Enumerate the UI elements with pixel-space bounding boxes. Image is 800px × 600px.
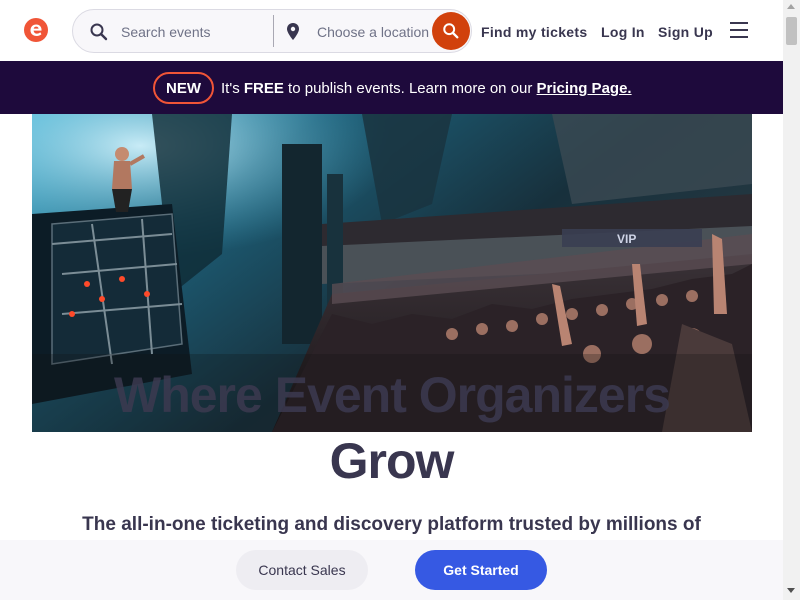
eventbrite-logo-icon[interactable] xyxy=(24,18,48,42)
map-pin-icon xyxy=(287,23,299,40)
scroll-thumb[interactable] xyxy=(786,17,797,45)
hero-title-line2: Grow xyxy=(329,433,455,489)
hero-concert-image: VIP Where Event Organizers xyxy=(32,114,752,432)
hero-title-line1: Where Event Organizers xyxy=(114,367,671,423)
vertical-scrollbar[interactable] xyxy=(783,0,800,600)
new-badge: NEW xyxy=(153,72,214,104)
location-input[interactable] xyxy=(317,21,429,43)
pricing-page-link[interactable]: Pricing Page. xyxy=(537,80,632,97)
promo-text: It's FREE to publish events. Learn more … xyxy=(221,80,632,97)
promo-text-free: FREE xyxy=(243,80,284,97)
find-my-tickets-link[interactable]: Find my tickets xyxy=(481,24,587,40)
search-bar xyxy=(72,9,472,53)
scroll-down-arrow-icon[interactable] xyxy=(787,588,795,593)
promo-text-suffix: to publish events. Learn more on our xyxy=(283,80,537,97)
page: Find my tickets Log In Sign Up NEW It's … xyxy=(0,0,783,600)
contact-sales-button[interactable]: Contact Sales xyxy=(236,550,368,590)
scroll-up-arrow-icon[interactable] xyxy=(787,4,795,9)
sign-up-link[interactable]: Sign Up xyxy=(658,24,713,40)
search-icon xyxy=(90,23,108,41)
search-input[interactable] xyxy=(121,21,271,43)
promo-banner: NEW It's FREE to publish events. Learn m… xyxy=(0,61,783,114)
log-in-link[interactable]: Log In xyxy=(601,24,645,40)
get-started-button[interactable]: Get Started xyxy=(415,550,547,590)
hero-subtitle: The all-in-one ticketing and discovery p… xyxy=(82,514,701,535)
search-divider xyxy=(273,15,274,47)
search-submit-button[interactable] xyxy=(432,12,470,50)
promo-text-prefix: It's xyxy=(221,80,244,97)
svg-text:VIP: VIP xyxy=(617,232,636,246)
search-submit-icon xyxy=(443,23,459,39)
bottom-cta-bar: Contact Sales Get Started xyxy=(0,540,783,600)
hamburger-menu-icon[interactable] xyxy=(730,22,748,38)
top-header: Find my tickets Log In Sign Up xyxy=(0,0,783,61)
